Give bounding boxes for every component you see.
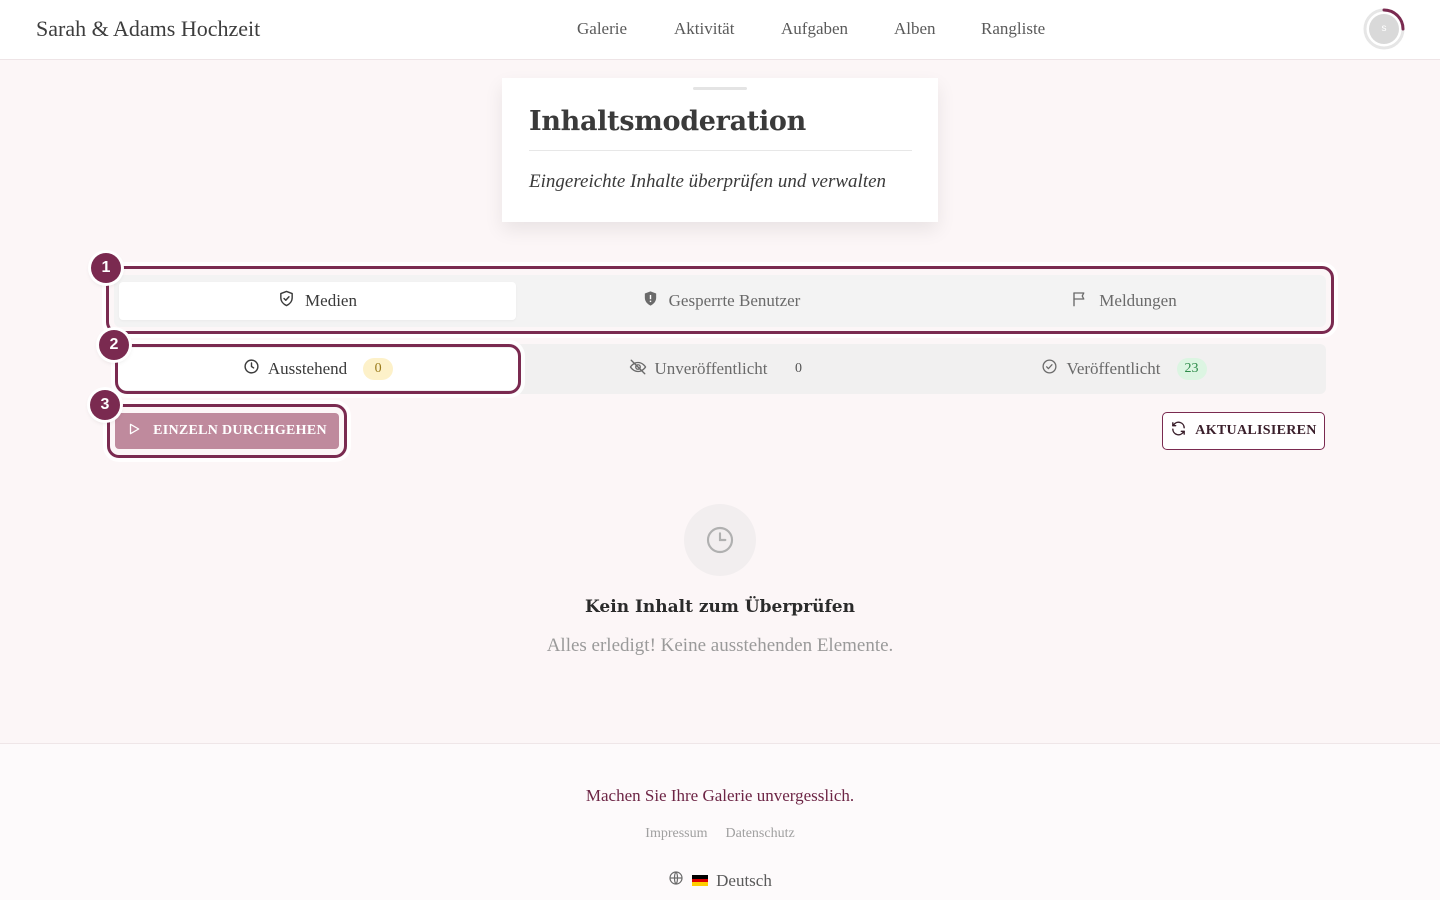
nav-galerie[interactable]: Galerie bbox=[577, 19, 627, 39]
page-title: Inhaltsmoderation bbox=[529, 106, 806, 137]
main-nav: Galerie Aktivität Aufgaben Alben Ranglis… bbox=[0, 0, 1440, 60]
user-menu[interactable]: s bbox=[1363, 8, 1405, 50]
tab-veroeffentlicht[interactable]: Veröffentlicht 23 bbox=[924, 348, 1324, 390]
tab-label: Veröffentlicht bbox=[1066, 359, 1161, 378]
count-badge: 23 bbox=[1176, 358, 1207, 380]
page-subtitle: Eingereichte Inhalte überprüfen und verw… bbox=[529, 171, 887, 192]
top-header: Sarah & Adams Hochzeit Galerie Aktivität… bbox=[0, 0, 1440, 60]
tab-label: Unveröffentlicht bbox=[654, 359, 768, 378]
page-title-card: Inhaltsmoderation Eingereichte Inhalte ü… bbox=[502, 78, 938, 222]
footer-tagline: Machen Sie Ihre Galerie unvergesslich. bbox=[585, 786, 855, 805]
title-divider bbox=[529, 150, 912, 151]
count-badge: 0 bbox=[794, 361, 802, 376]
language-label: Deutsch bbox=[716, 870, 772, 890]
refresh-label: AKTUALISIEREN bbox=[1195, 423, 1317, 438]
page-footer: Machen Sie Ihre Galerie unvergesslich. I… bbox=[0, 743, 1440, 900]
avatar: s bbox=[1369, 14, 1399, 44]
step-marker-3: 3 bbox=[90, 390, 120, 420]
card-handle bbox=[693, 87, 747, 90]
nav-aufgaben[interactable]: Aufgaben bbox=[781, 19, 848, 39]
german-flag-icon bbox=[692, 875, 709, 887]
nav-alben[interactable]: Alben bbox=[894, 19, 936, 39]
footer-link-impressum[interactable]: Impressum bbox=[645, 826, 707, 842]
check-circle-icon bbox=[1041, 358, 1058, 380]
step-marker-1: 1 bbox=[91, 253, 121, 283]
refresh-icon bbox=[1170, 420, 1187, 442]
highlight-primary-tabs bbox=[106, 266, 1334, 334]
refresh-button[interactable]: AKTUALISIEREN bbox=[1162, 412, 1325, 450]
footer-links: Impressum Datenschutz bbox=[0, 826, 1440, 842]
footer-link-datenschutz[interactable]: Datenschutz bbox=[726, 826, 795, 842]
nav-rangliste[interactable]: Rangliste bbox=[981, 19, 1045, 39]
language-selector[interactable]: Deutsch bbox=[0, 870, 1440, 891]
tab-unveroeffentlicht[interactable]: Unveröffentlicht 0 bbox=[522, 348, 920, 390]
eye-off-icon bbox=[629, 358, 647, 381]
empty-state-clock-icon bbox=[684, 504, 756, 576]
step-marker-2: 2 bbox=[99, 330, 129, 360]
highlight-pending-tab bbox=[115, 344, 521, 394]
empty-state-subtitle: Alles erledigt! Keine ausstehenden Eleme… bbox=[546, 635, 894, 656]
highlight-step-button bbox=[107, 404, 347, 458]
empty-state-title: Kein Inhalt zum Überprüfen bbox=[585, 597, 855, 617]
globe-icon bbox=[668, 870, 684, 891]
nav-aktivitaet[interactable]: Aktivität bbox=[674, 19, 734, 39]
